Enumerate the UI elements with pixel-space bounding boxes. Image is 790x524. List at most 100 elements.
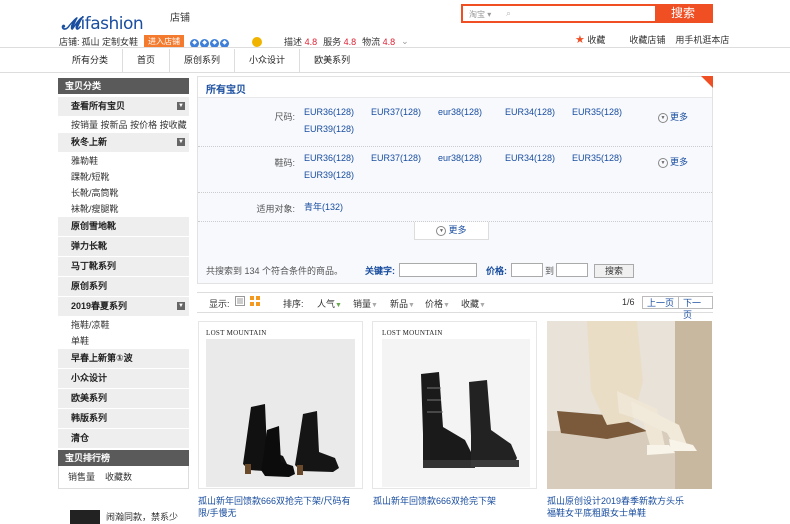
filter-option[interactable]: 青年(132): [304, 200, 371, 217]
category-item[interactable]: 原创雪地靴: [58, 217, 189, 237]
filter-option[interactable]: EUR39(128): [304, 124, 371, 141]
category-sidebar: 宝贝分类 查看所有宝贝 ▼ 按销量 按新品 按价格 按收藏 秋冬上新 ▼ 雅勒鞋 踝…: [58, 78, 189, 449]
mobile-link[interactable]: 用手机逛本店: [675, 33, 729, 46]
price-min-input[interactable]: [511, 263, 543, 277]
more-button[interactable]: ▼ 更多: [657, 155, 688, 168]
collapse-icon: ▼: [177, 302, 185, 310]
category-spring-summer[interactable]: 2019春夏系列 ▼: [58, 297, 189, 317]
product-image[interactable]: [547, 321, 712, 489]
category-item[interactable]: 原创系列: [58, 277, 189, 297]
tab-sales[interactable]: 销售量: [68, 466, 95, 488]
fav-shop-link[interactable]: 收藏店铺: [629, 33, 665, 46]
logo[interactable]: 𝓜ifashion: [62, 14, 144, 34]
keyword-input[interactable]: [399, 263, 477, 277]
arrow-down-icon: ▼: [443, 302, 450, 309]
price-max-input[interactable]: [556, 263, 588, 277]
product-card[interactable]: LOST MOUNTAIN: [372, 321, 537, 489]
sort-new[interactable]: 新品▼: [390, 297, 415, 310]
ranking-item[interactable]: 闹瀚同款，禁系少: [70, 510, 178, 524]
sort-label: 排序:: [283, 299, 304, 309]
search-scope-dropdown[interactable]: 淘宝 ▾: [469, 9, 491, 20]
category-item[interactable]: 韩版系列: [58, 409, 189, 429]
sort-favorites[interactable]: 收藏▼: [461, 297, 486, 310]
filter-option[interactable]: eur38(128): [438, 107, 505, 124]
price-label: 价格:: [486, 266, 507, 276]
tab-favorites[interactable]: 收藏数: [105, 466, 132, 488]
filter-option[interactable]: EUR36(128): [304, 153, 371, 170]
sort-by-sales[interactable]: 按销量: [71, 120, 98, 130]
filter-option[interactable]: EUR37(128): [371, 153, 438, 170]
nav-all-categories[interactable]: 所有分类: [58, 49, 124, 72]
chevron-down-icon[interactable]: ⌄: [401, 36, 409, 47]
subcategory[interactable]: 拖鞋/凉鞋: [58, 317, 189, 333]
subcategory[interactable]: 单鞋: [58, 333, 189, 349]
subcategory[interactable]: 踝靴/短靴: [58, 169, 189, 185]
category-item[interactable]: 小众设计: [58, 369, 189, 389]
product-image[interactable]: [373, 322, 537, 489]
search-button[interactable]: 搜索: [655, 6, 711, 21]
filter-option[interactable]: EUR35(128): [572, 107, 639, 124]
arrow-down-icon: ▼: [408, 302, 415, 309]
sidebar-title: 宝贝分类: [58, 78, 189, 94]
logo-text: ifashion: [80, 14, 144, 34]
more-button[interactable]: ▼ 更多: [657, 110, 688, 123]
result-count: 共搜索到 134 个符合条件的商品。: [206, 266, 344, 276]
category-item[interactable]: 马丁靴系列: [58, 257, 189, 277]
shop-nav: 所有分类 首页 原创系列 小众设计 欧美系列: [58, 49, 713, 72]
category-all[interactable]: 查看所有宝贝 ▼: [58, 97, 189, 117]
shop-nav-label: 店铺: [170, 13, 190, 24]
search-box[interactable]: 淘宝 ▾ ⌕ 搜索: [461, 4, 713, 23]
category-item[interactable]: 早春上新第①波: [58, 349, 189, 369]
filter-option[interactable]: EUR36(128): [304, 107, 371, 124]
category-item[interactable]: 欧美系列: [58, 389, 189, 409]
price-to-label: 到: [545, 266, 555, 276]
product-image[interactable]: [199, 322, 363, 489]
panel-header: [198, 77, 712, 98]
sort-bar: 显示: 排序: 人气▼ 销量▼ 新品▼ 价格▼ 收藏▼ 1/6 上一页 下一页: [197, 292, 713, 320]
filter-search-button[interactable]: 搜索: [594, 264, 634, 278]
filter-option[interactable]: EUR34(128): [505, 153, 572, 170]
product-card[interactable]: LOST MOUNTAIN: [198, 321, 363, 489]
filter-option[interactable]: EUR34(128): [505, 107, 572, 124]
sort-sales[interactable]: 销量▼: [353, 297, 378, 310]
sort-by-new[interactable]: 按新品: [101, 120, 128, 130]
product-title[interactable]: 孤山新年回馈款666双抢完下架: [373, 495, 533, 507]
product-title[interactable]: 孤山新年回馈款666双抢完下架/尺码有限/手慢无: [198, 495, 358, 519]
ranking-title: 宝贝排行榜: [58, 450, 189, 466]
category-autumn-winter[interactable]: 秋冬上新 ▼: [58, 133, 189, 153]
nav-original[interactable]: 原创系列: [170, 49, 236, 72]
subcategory[interactable]: 长靴/高筒靴: [58, 185, 189, 201]
expand-more-button[interactable]: ▼ 更多: [414, 222, 489, 240]
filter-option[interactable]: eur38(128): [438, 153, 505, 170]
product-thumbnail[interactable]: [70, 510, 100, 524]
product-title[interactable]: 孤山原创设计2019春季新款方头乐福鞋女平底粗跟女士单鞋: [547, 495, 687, 519]
product-card[interactable]: [547, 321, 712, 489]
prev-page-button[interactable]: 上一页: [642, 296, 680, 309]
subcategory[interactable]: 雅勒鞋: [58, 153, 189, 169]
chevron-down-icon: ▼: [657, 112, 668, 123]
sort-popularity[interactable]: 人气▼: [317, 297, 342, 310]
filter-option[interactable]: EUR35(128): [572, 153, 639, 170]
grid-view-icon[interactable]: [250, 296, 260, 308]
filter-option[interactable]: EUR39(128): [304, 170, 371, 187]
category-item[interactable]: 弹力长靴: [58, 237, 189, 257]
next-page-button[interactable]: 下一页: [678, 296, 713, 320]
subcategory[interactable]: 袜靴/瘦腿靴: [58, 201, 189, 217]
nav-home[interactable]: 首页: [123, 49, 171, 72]
category-item[interactable]: 清仓: [58, 429, 189, 449]
nav-western[interactable]: 欧美系列: [300, 49, 364, 72]
filter-values: 青年(132): [304, 200, 654, 217]
sort-by-fav[interactable]: 按收藏: [160, 120, 187, 130]
filter-option[interactable]: EUR37(128): [371, 107, 438, 124]
sort-price[interactable]: 价格▼: [425, 297, 450, 310]
filter-label: 尺码:: [274, 112, 295, 122]
sort-by-price[interactable]: 按价格: [130, 120, 157, 130]
page-indicator: 1/6: [622, 297, 635, 307]
list-view-icon[interactable]: [235, 296, 245, 308]
display-label: 显示:: [209, 299, 230, 309]
favorite-link[interactable]: ★ 收藏: [575, 33, 605, 46]
filter-row-audience: 适用对象: 青年(132): [198, 193, 712, 222]
panel-title: 所有宝贝: [206, 85, 246, 96]
nav-niche-design[interactable]: 小众设计: [235, 49, 301, 72]
chevron-down-icon: ▼: [436, 225, 447, 236]
